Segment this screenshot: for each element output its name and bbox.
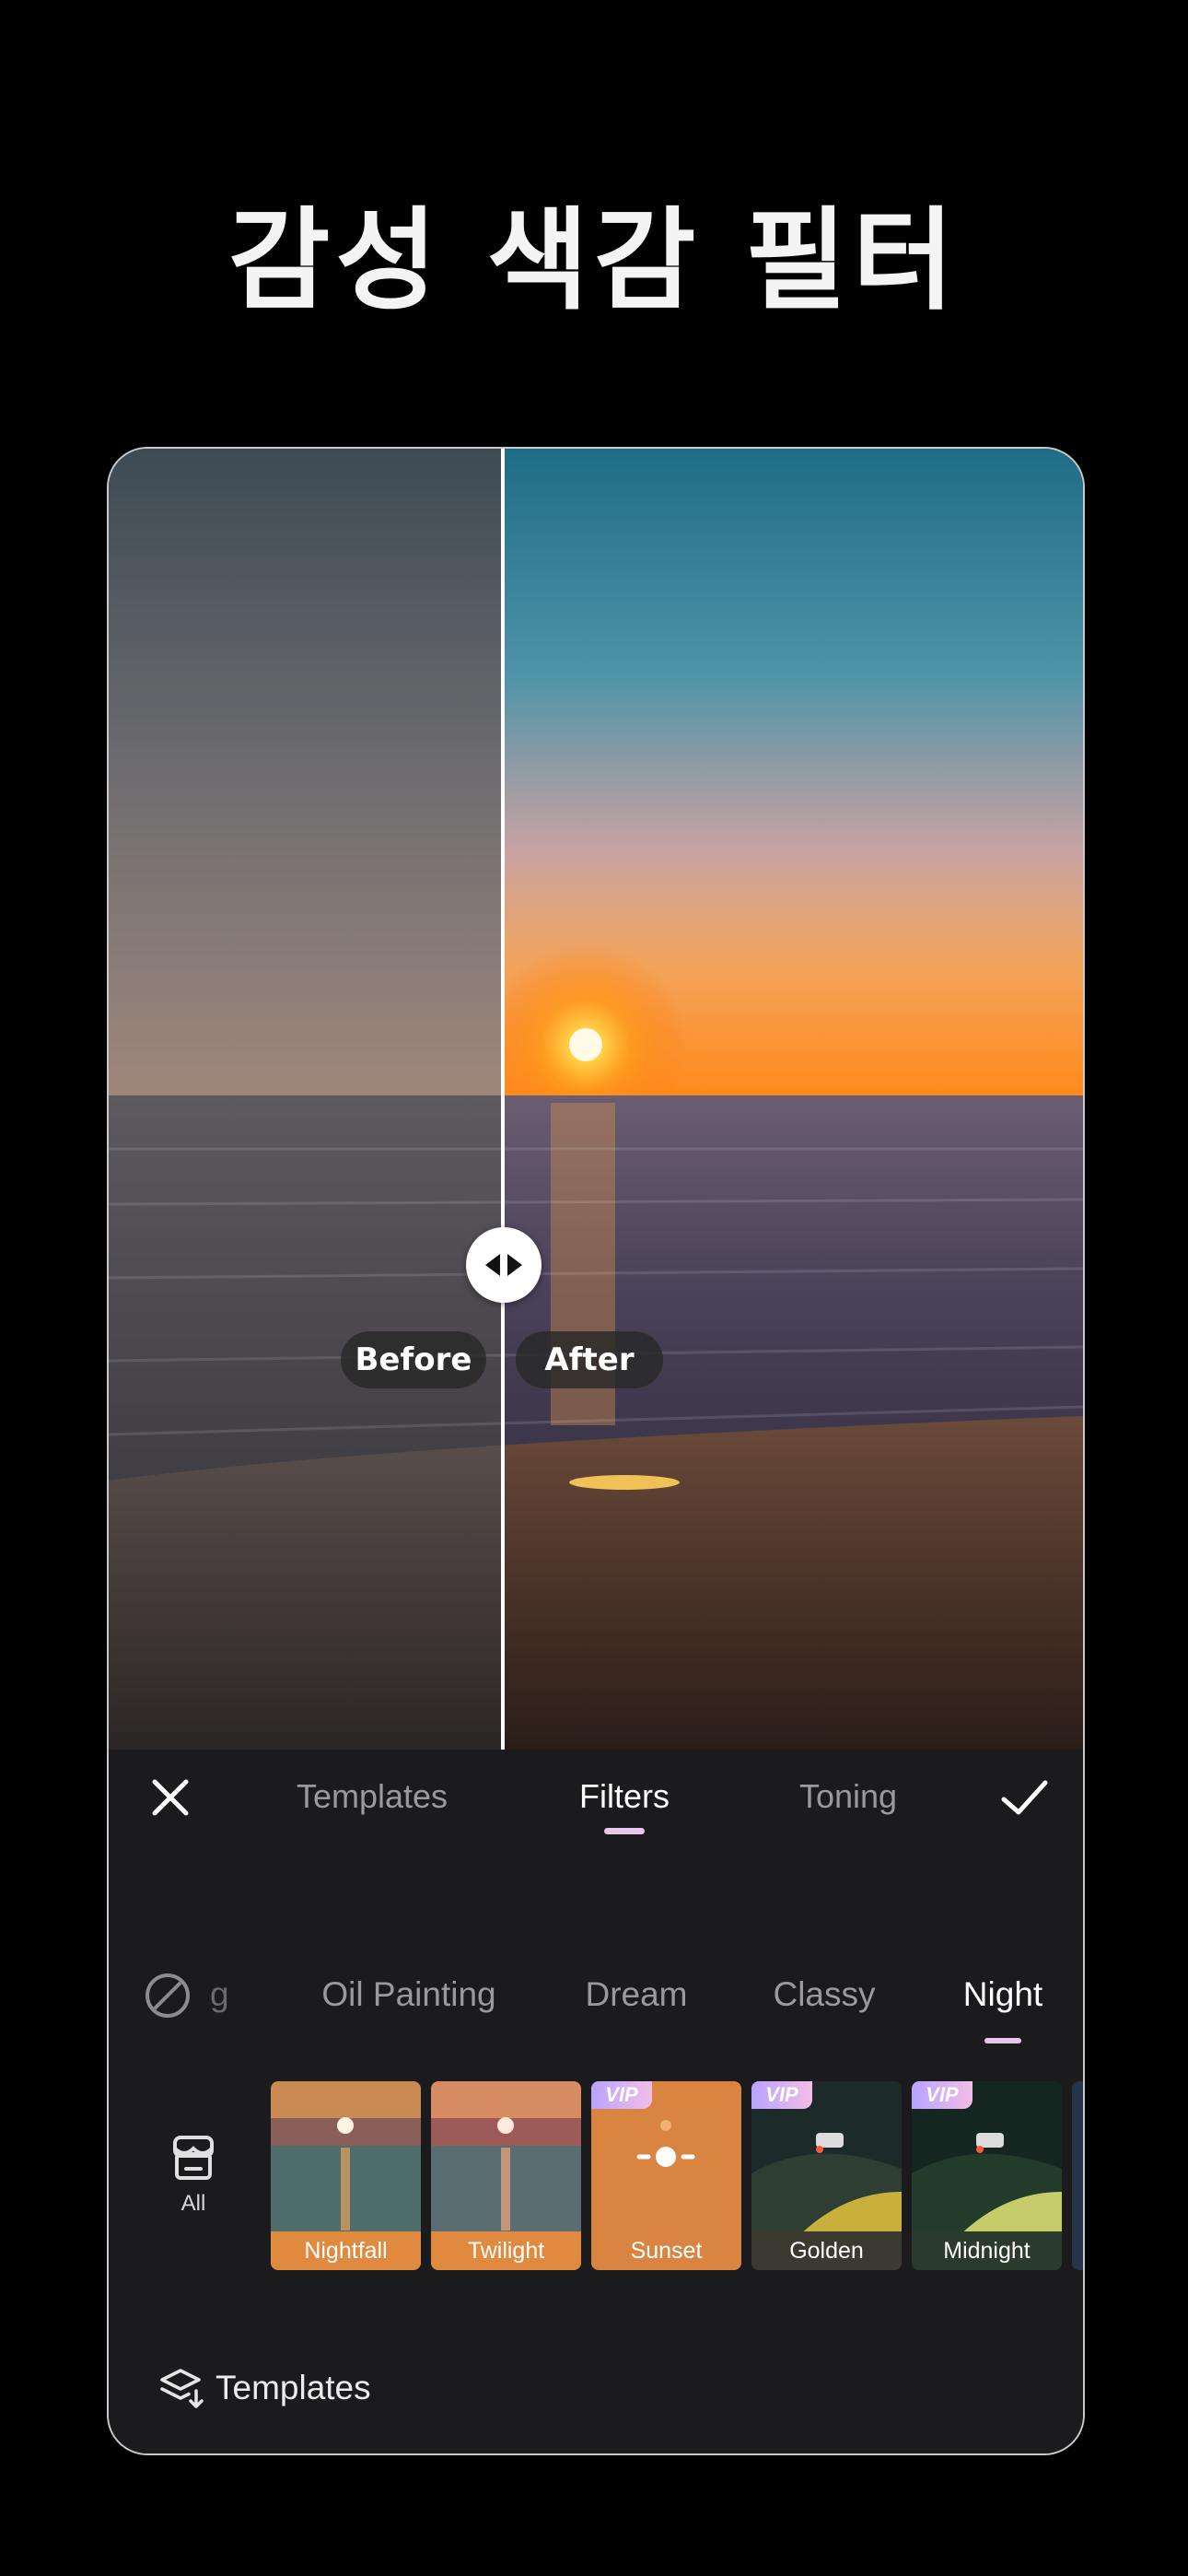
photo-preview[interactable] bbox=[109, 449, 1083, 1750]
close-icon[interactable] bbox=[143, 1770, 198, 1825]
filter-name: Twilight bbox=[467, 2238, 545, 2264]
active-tab-indicator bbox=[604, 1828, 645, 1834]
all-filters-button[interactable]: All bbox=[147, 2132, 239, 2233]
category-classy[interactable]: Classy bbox=[773, 1975, 875, 2014]
filter-thumb-golden[interactable]: VIP Golden bbox=[751, 2081, 902, 2270]
active-category-indicator bbox=[984, 2038, 1021, 2043]
templates-link-label: Templates bbox=[215, 2369, 371, 2406]
store-icon bbox=[173, 2136, 214, 2180]
all-filters-label: All bbox=[181, 2191, 206, 2216]
compare-slider-handle[interactable] bbox=[466, 1227, 542, 1303]
filter-name: Nightfall bbox=[304, 2238, 388, 2264]
tab-filters[interactable]: Filters bbox=[579, 1777, 670, 1816]
vip-badge: VIP bbox=[591, 2081, 652, 2109]
editor-toolbar: Templates Filters Toning bbox=[109, 1750, 1083, 1842]
editor-panel: Templates Filters Toning g Oil Painting … bbox=[109, 1750, 1083, 2453]
phone-frame: Before After Templates Filters Toning g … bbox=[107, 447, 1085, 2455]
filter-thumb-midnight[interactable]: VIP Midnight bbox=[912, 2081, 1062, 2270]
vip-badge: VIP bbox=[751, 2081, 812, 2109]
before-label: Before bbox=[341, 1331, 486, 1388]
filter-thumb-nightfall[interactable]: Nightfall bbox=[271, 2081, 421, 2270]
filter-name: Golden bbox=[789, 2238, 864, 2264]
filter-thumb-sunset[interactable]: VIP Sunset bbox=[591, 2081, 741, 2270]
tab-templates[interactable]: Templates bbox=[297, 1777, 448, 1816]
category-partial: g bbox=[210, 1975, 229, 2013]
page-headline: 감성 색감 필터 bbox=[228, 197, 960, 325]
filter-category-bar: g Oil Painting Dream Classy Night bbox=[109, 1972, 1083, 2043]
filter-name: Midnight bbox=[943, 2238, 1031, 2264]
filter-thumb-twilight[interactable]: Twilight bbox=[431, 2081, 581, 2270]
filter-name: Sunset bbox=[630, 2238, 703, 2264]
category-oil-painting[interactable]: Oil Painting bbox=[321, 1975, 495, 2014]
vip-badge: VIP bbox=[912, 2081, 973, 2109]
filter-thumb-partial[interactable] bbox=[1072, 2081, 1083, 2270]
confirm-check-icon[interactable] bbox=[996, 1770, 1052, 1825]
category-night[interactable]: Night bbox=[963, 1975, 1042, 2014]
layers-icon bbox=[160, 2369, 204, 2408]
category-dream[interactable]: Dream bbox=[585, 1975, 687, 2014]
after-label: After bbox=[516, 1331, 663, 1388]
no-filter-icon[interactable] bbox=[144, 1972, 192, 2020]
tab-toning[interactable]: Toning bbox=[799, 1777, 897, 1816]
